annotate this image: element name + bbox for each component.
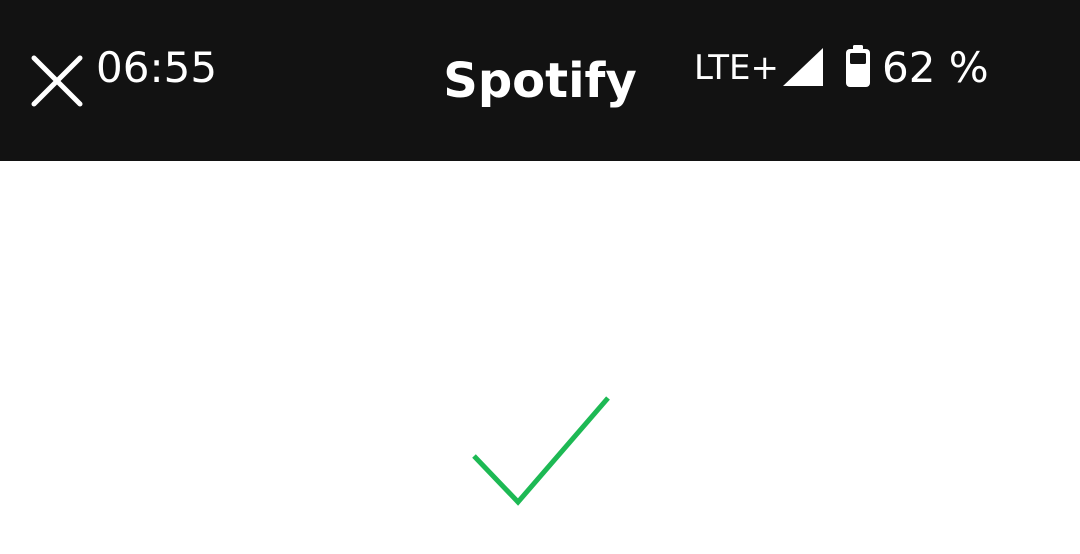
signal-icon: [781, 46, 825, 88]
battery-percentage: 62 %: [882, 43, 989, 92]
page-title: Spotify: [443, 53, 637, 109]
top-bar: 06:55 Spotify LTE+ 62 %: [0, 0, 1080, 161]
status-time: 06:55: [96, 43, 218, 92]
network-type: LTE+: [694, 48, 779, 88]
close-icon: [26, 50, 88, 112]
close-button[interactable]: [26, 50, 88, 112]
main-content: [0, 161, 1080, 554]
checkmark-icon: [466, 390, 616, 514]
battery-icon: [844, 44, 872, 88]
